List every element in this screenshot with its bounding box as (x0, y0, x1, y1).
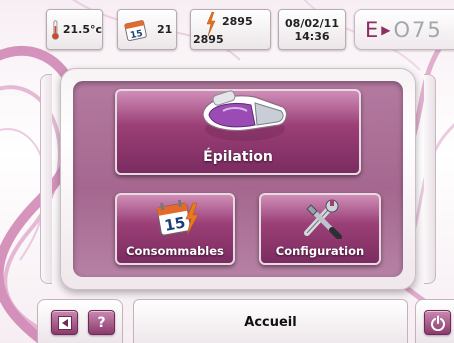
epilation-device-icon (202, 90, 288, 141)
thermometer-icon (51, 19, 59, 40)
back-arrow-icon (57, 315, 72, 330)
consommables-label: Consommables (126, 244, 224, 258)
tools-icon (304, 199, 342, 239)
consumables-count: 21 (157, 23, 173, 36)
date-time-indicator: 08/02/11 14:36 (278, 9, 346, 50)
flash-count-top: 2895 (222, 15, 253, 28)
flash-count-bottom: 2895 (193, 33, 224, 46)
bottom-right-controls (415, 299, 454, 343)
panel-right-bracket (424, 74, 436, 284)
calendar-icon: 15 (124, 19, 147, 41)
consommables-calendar-icon: 15 (156, 199, 199, 236)
temperature-value: 21.5°c (62, 23, 102, 36)
consumables-indicator: 15 21 (117, 9, 177, 50)
brand-arrow-icon: ▶ (381, 22, 393, 37)
temperature-indicator: 21.5°c (46, 9, 103, 50)
flash-counter-indicator: 2895 2895 (190, 9, 271, 50)
brand-prefix: E (365, 17, 381, 42)
configuration-label: Configuration (275, 244, 365, 258)
brand-suffix: O75 (393, 17, 443, 42)
consommables-button[interactable]: 15 Consommables (115, 193, 235, 265)
power-button[interactable] (424, 310, 451, 335)
main-menu-frame: Épilation 15 Consommables Configuration (60, 68, 416, 290)
configuration-button[interactable]: Configuration (259, 193, 381, 265)
main-menu-panel: Épilation 15 Consommables Configuration (73, 81, 403, 277)
device-screen: 21.5°c 15 21 2895 2895 08/02/11 14:36 E … (0, 0, 454, 343)
time-value: 14:36 (294, 29, 330, 43)
help-button[interactable]: ? (88, 310, 115, 335)
calendar-icon-day: 15 (129, 28, 143, 40)
consommables-icon-day: 15 (163, 213, 187, 234)
bottom-left-controls: ? (37, 299, 123, 343)
panel-left-bracket (40, 74, 52, 284)
power-icon (430, 315, 445, 331)
help-label: ? (97, 314, 106, 331)
epilation-label: Épilation (203, 149, 273, 165)
brand-logo: E ▶ O75 (354, 9, 454, 50)
date-value: 08/02/11 (285, 16, 339, 30)
epilation-button[interactable]: Épilation (115, 89, 361, 175)
screen-title-box: Accueil (133, 299, 408, 343)
back-button[interactable] (51, 310, 78, 335)
screen-title: Accueil (244, 314, 297, 330)
